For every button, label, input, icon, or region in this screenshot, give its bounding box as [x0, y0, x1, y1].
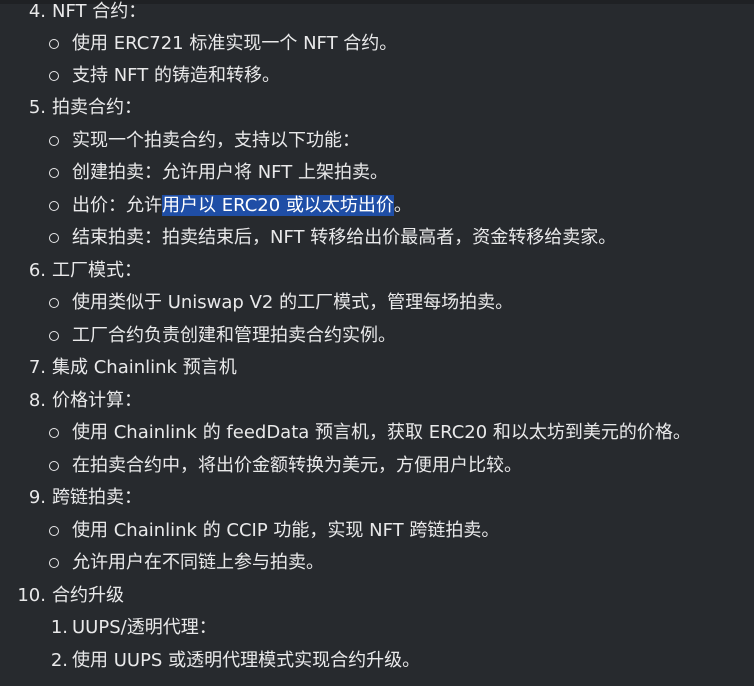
- bullet-circle-icon: [49, 168, 59, 178]
- bullet-circle-icon: [49, 233, 59, 243]
- list-number: 9.: [28, 487, 46, 508]
- bullet-text-prefix: 出价：允许: [72, 195, 162, 216]
- bullet-text: 支持 NFT 的铸造和转移。: [72, 65, 280, 86]
- bullet-circle-icon: [49, 558, 59, 568]
- sub-list-text: UUPS/透明代理：: [72, 617, 217, 638]
- bullet-text: 在拍卖合约中，将出价金额转换为美元，方便用户比较。: [72, 455, 522, 476]
- bullet-circle-icon: [49, 331, 59, 341]
- bullet-text: 结束拍卖：拍卖结束后，NFT 转移给出价最高者，资金转移给卖家。: [72, 227, 617, 248]
- bullet-text: 使用 Chainlink 的 CCIP 功能，实现 NFT 跨链拍卖。: [72, 520, 500, 541]
- bullet-circle-icon: [49, 39, 59, 49]
- sub-list-text: 使用 UUPS 或透明代理模式实现合约升级。: [72, 650, 421, 671]
- list-item-text: 工厂模式：: [52, 260, 142, 281]
- list-number: 10.: [17, 585, 46, 606]
- bullet-text: 使用 ERC721 标准实现一个 NFT 合约。: [72, 33, 398, 54]
- list-item-text: 价格计算：: [52, 390, 142, 411]
- bullet-circle-icon: [49, 71, 59, 81]
- bullet-text: 工厂合约负责创建和管理拍卖合约实例。: [72, 325, 396, 346]
- bullet-text: 出价：允许用户以 ERC20 或以太坊出价。: [72, 191, 412, 221]
- list-item-text: 合约升级: [52, 585, 124, 606]
- bullet-text-suffix: 。: [393, 195, 412, 216]
- page: { "lines": [ {"num": "4.", "text": "NFT …: [0, 0, 754, 686]
- bullet-text: 允许用户在不同链上参与拍卖。: [72, 552, 324, 573]
- sub-list-number: 2.: [50, 650, 68, 671]
- list-number: 5.: [28, 97, 46, 118]
- selected-text[interactable]: 用户以 ERC20 或以太坊出价: [162, 195, 394, 216]
- bullet-circle-icon: [49, 428, 59, 438]
- bullet-text: 创建拍卖：允许用户将 NFT 上架拍卖。: [72, 162, 388, 183]
- bullet-circle-icon: [49, 526, 59, 536]
- list-item-text: 跨链拍卖：: [52, 487, 142, 508]
- list-number: 6.: [28, 260, 46, 281]
- list-item-text: 集成 Chainlink 预言机: [52, 357, 237, 378]
- bullet-circle-icon: [49, 136, 59, 146]
- bullet-circle-icon: [49, 461, 59, 471]
- sub-list-number: 1.: [50, 617, 68, 638]
- bullet-circle-icon: [49, 298, 59, 308]
- bullet-text: 使用 Chainlink 的 feedData 预言机，获取 ERC20 和以太…: [72, 422, 691, 443]
- list-item-text: 拍卖合约：: [52, 97, 142, 118]
- bullet-text: 实现一个拍卖合约，支持以下功能：: [72, 130, 360, 151]
- list-number: 4.: [28, 1, 46, 22]
- bullet-circle-icon: [49, 201, 59, 211]
- list-item-text: NFT 合约：: [52, 1, 147, 22]
- list-number: 8.: [28, 390, 46, 411]
- list-number: 7.: [28, 357, 46, 378]
- bullet-text: 使用类似于 Uniswap V2 的工厂模式，管理每场拍卖。: [72, 292, 514, 313]
